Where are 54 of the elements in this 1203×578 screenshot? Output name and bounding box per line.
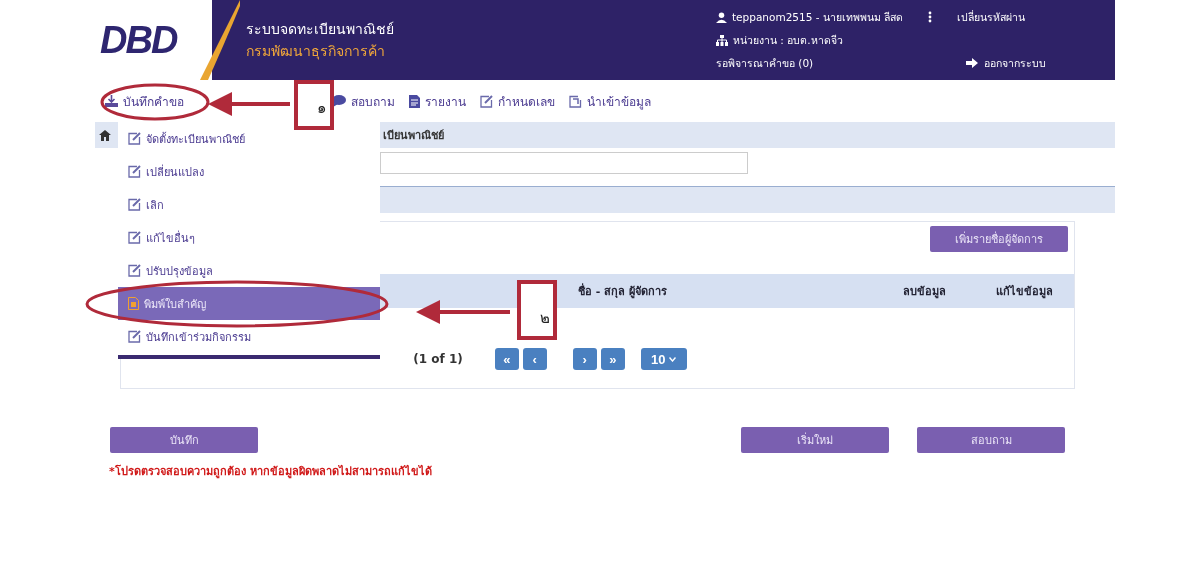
hierarchy-icon bbox=[716, 34, 728, 46]
user-icon bbox=[716, 11, 727, 23]
step-number: ๑ bbox=[294, 80, 334, 130]
edit-icon bbox=[128, 330, 141, 343]
edit-icon bbox=[128, 132, 141, 145]
swoosh-icon bbox=[200, 0, 240, 80]
page-size-select[interactable]: 10 bbox=[640, 348, 687, 370]
logo: DBD bbox=[100, 18, 177, 62]
last-page-button[interactable]: » bbox=[600, 348, 625, 370]
logout-link[interactable]: ออกจากระบบ bbox=[966, 54, 1046, 72]
warning-note: *โปรดตรวจสอบความถูกต้อง หากข้อมูลผิดพลาดไม่สามารถแก้ไขได้ bbox=[109, 463, 433, 480]
input-field[interactable] bbox=[380, 152, 748, 174]
previous-page-button[interactable]: ‹ bbox=[522, 348, 547, 370]
import-icon bbox=[569, 94, 582, 108]
inquire-button[interactable]: สอบถาม bbox=[917, 427, 1065, 453]
edit-icon bbox=[480, 94, 493, 108]
menu-item[interactable]: นำเข้าข้อมูล bbox=[569, 91, 651, 111]
download-icon bbox=[105, 95, 118, 107]
home-icon bbox=[99, 129, 111, 141]
menu-item[interactable]: รายงาน bbox=[409, 91, 466, 111]
column-header: แก้ไขข้อมูล bbox=[994, 284, 1054, 300]
dropdown-item[interactable]: เปลี่ยนแปลง bbox=[118, 155, 380, 188]
system-name: ระบบจดทะเบียนพาณิชย์ bbox=[246, 20, 395, 39]
panel-title: เบียนพาณิชย์ bbox=[383, 129, 444, 142]
edit-icon bbox=[128, 231, 141, 244]
edit-icon bbox=[128, 264, 141, 277]
change-password-link[interactable]: เปลี่ยนรหัสผ่าน bbox=[957, 8, 1026, 26]
pending-requests-link[interactable]: รอพิจารณาคำขอ (0) bbox=[716, 54, 814, 72]
add-manager-button[interactable]: เพิ่มรายชื่อผู้จัดการ bbox=[930, 226, 1068, 252]
unit-label: หน่วยงาน : อบต.หาดจีว bbox=[733, 32, 843, 48]
column-header: ชื่อ - สกุล ผู้จัดการ bbox=[578, 282, 669, 300]
dropdown-item[interactable]: พิมพ์ใบสำคัญ bbox=[118, 287, 380, 320]
reset-button[interactable]: เริ่มใหม่ bbox=[741, 427, 889, 453]
caret-icon bbox=[669, 356, 677, 362]
dropdown-item[interactable]: เลิก bbox=[118, 188, 380, 221]
document-icon bbox=[128, 297, 139, 310]
page-summary: (1 of 1) bbox=[413, 352, 463, 366]
menu-item[interactable]: กำหนดเลข bbox=[480, 91, 555, 111]
first-page-button[interactable]: « bbox=[494, 348, 519, 370]
dropdown-item[interactable]: แก้ไขอื่นๆ bbox=[118, 221, 380, 254]
dropdown-item[interactable]: ปรับปรุงข้อมูล bbox=[118, 254, 380, 287]
menu-item[interactable]: บันทึกคำขอ bbox=[105, 91, 184, 111]
user-name: teppanom2515 - นายเทพพนม ลีสด bbox=[732, 9, 904, 25]
edit-icon bbox=[128, 165, 141, 178]
save-button[interactable]: บันทึก bbox=[110, 427, 258, 453]
vertical-dots-icon bbox=[928, 11, 933, 23]
next-page-button[interactable]: › bbox=[572, 348, 597, 370]
step-number: ๒ bbox=[517, 280, 557, 340]
document-icon bbox=[409, 94, 420, 108]
edit-icon bbox=[128, 198, 141, 211]
department-name: กรมพัฒนาธุรกิจการค้า bbox=[246, 42, 386, 62]
column-header: ลบข้อมูล bbox=[901, 284, 947, 300]
dropdown-item[interactable]: บันทึกเข้าร่วมกิจกรรม bbox=[118, 320, 380, 353]
sign-out-icon bbox=[966, 58, 978, 68]
